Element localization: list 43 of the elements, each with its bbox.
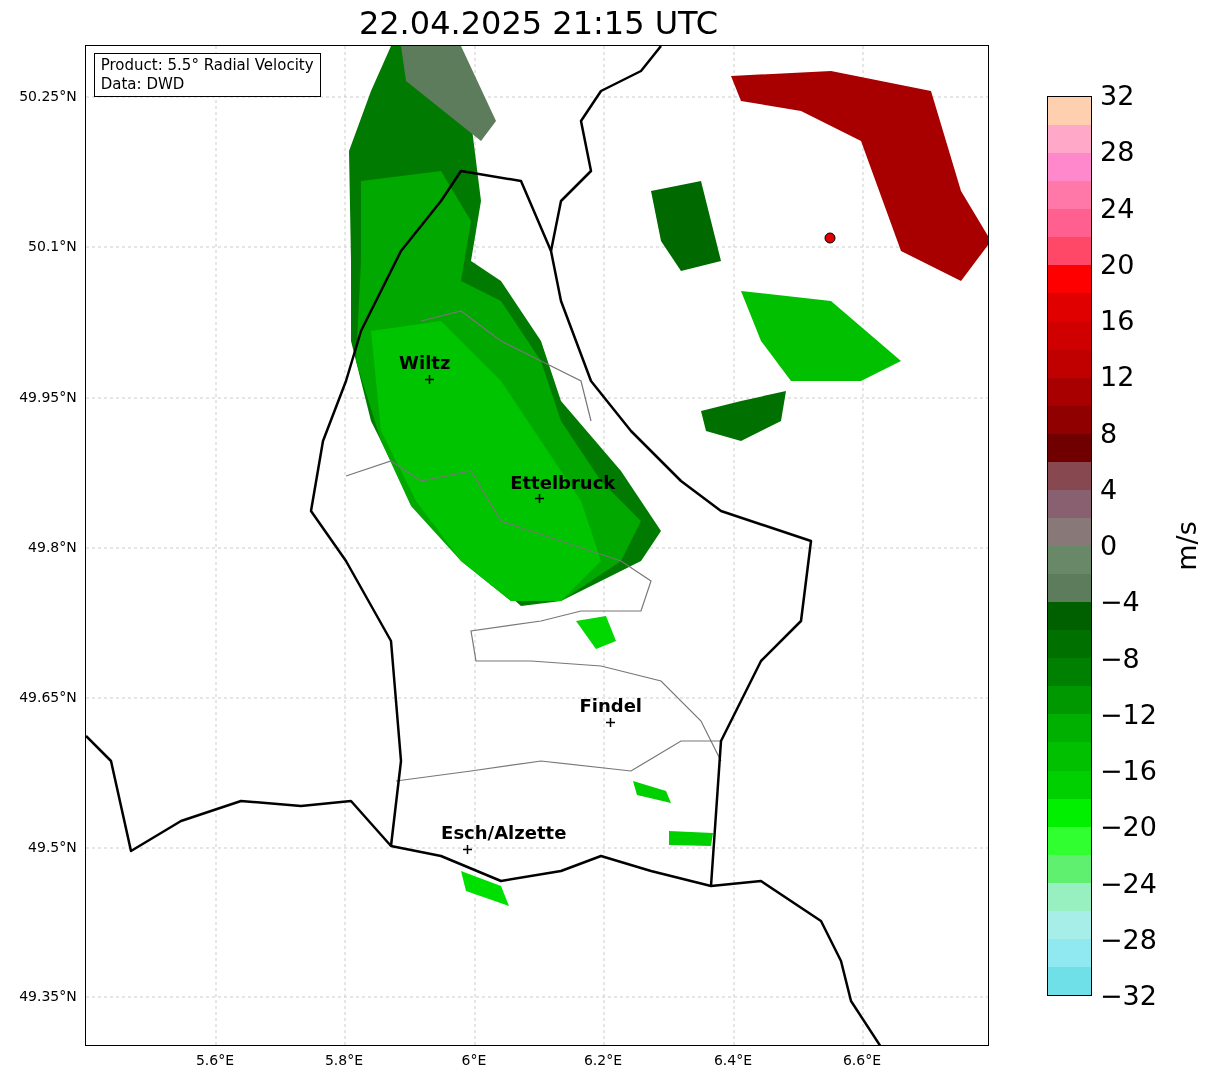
colorbar-tick-label: −12 [1100,699,1157,730]
x-axis-label: 5.8°E [324,1052,364,1068]
colorbar-tick-label: 4 [1100,474,1118,505]
colorbar-tick-label: 16 [1100,306,1135,336]
x-axis-label: 6.4°E [713,1052,753,1068]
x-axis-label: 6°E [461,1052,487,1068]
colorbar-tick-label: −20 [1100,812,1157,843]
colorbar-tick-label: −4 [1100,587,1140,618]
y-axis-label: 49.95°N [19,389,77,405]
place-label: Wiltz [399,353,451,373]
plus-marker-icon [425,374,435,384]
x-axis-label: 6.2°E [583,1052,623,1068]
colorbar-unit-label: m/s [1172,521,1202,571]
plus-marker-icon [463,844,473,854]
y-axis-label: 49.8°N [28,539,77,555]
colorbar-tick-label: 8 [1100,418,1118,449]
legend-text: Data: DWD [100,75,186,94]
colorbar-tick-label: 12 [1100,362,1135,393]
y-axis-label: 50.25°N [19,88,77,104]
colorbar-tick-label: −32 [1100,981,1157,1011]
colorbar-tick-label: −24 [1100,868,1157,899]
colorbar-tick-label: 20 [1100,249,1135,280]
legend-text: Product: 5.5° Radial Velocity [100,56,314,75]
y-axis-label: 50.1°N [28,238,77,254]
plus-marker-icon [606,717,616,727]
colorbar-tick-label: 0 [1100,531,1118,561]
place-label: Findel [579,696,642,716]
place-label: Esch/Alzette [441,823,567,843]
x-axis-label: 6.6°E [842,1052,882,1068]
radar-site-marker [824,232,836,244]
colorbar-tick-label: 32 [1100,81,1135,111]
colorbar-tick-label: 24 [1100,193,1135,224]
chart-title: 22.04.2025 21:15 UTC [358,3,719,44]
colorbar-tick-label: −8 [1100,643,1140,674]
plus-marker-icon [535,493,545,503]
y-axis-label: 49.5°N [28,839,77,855]
colorbar-tick-label: 28 [1100,137,1135,168]
y-axis-label: 49.35°N [19,988,77,1004]
place-label: Ettelbruck [510,473,616,493]
colorbar-tick-label: −28 [1100,924,1157,955]
colorbar-tick-label: −16 [1100,756,1157,786]
x-axis-label: 5.6°E [195,1052,235,1068]
y-axis-label: 49.65°N [19,689,77,705]
